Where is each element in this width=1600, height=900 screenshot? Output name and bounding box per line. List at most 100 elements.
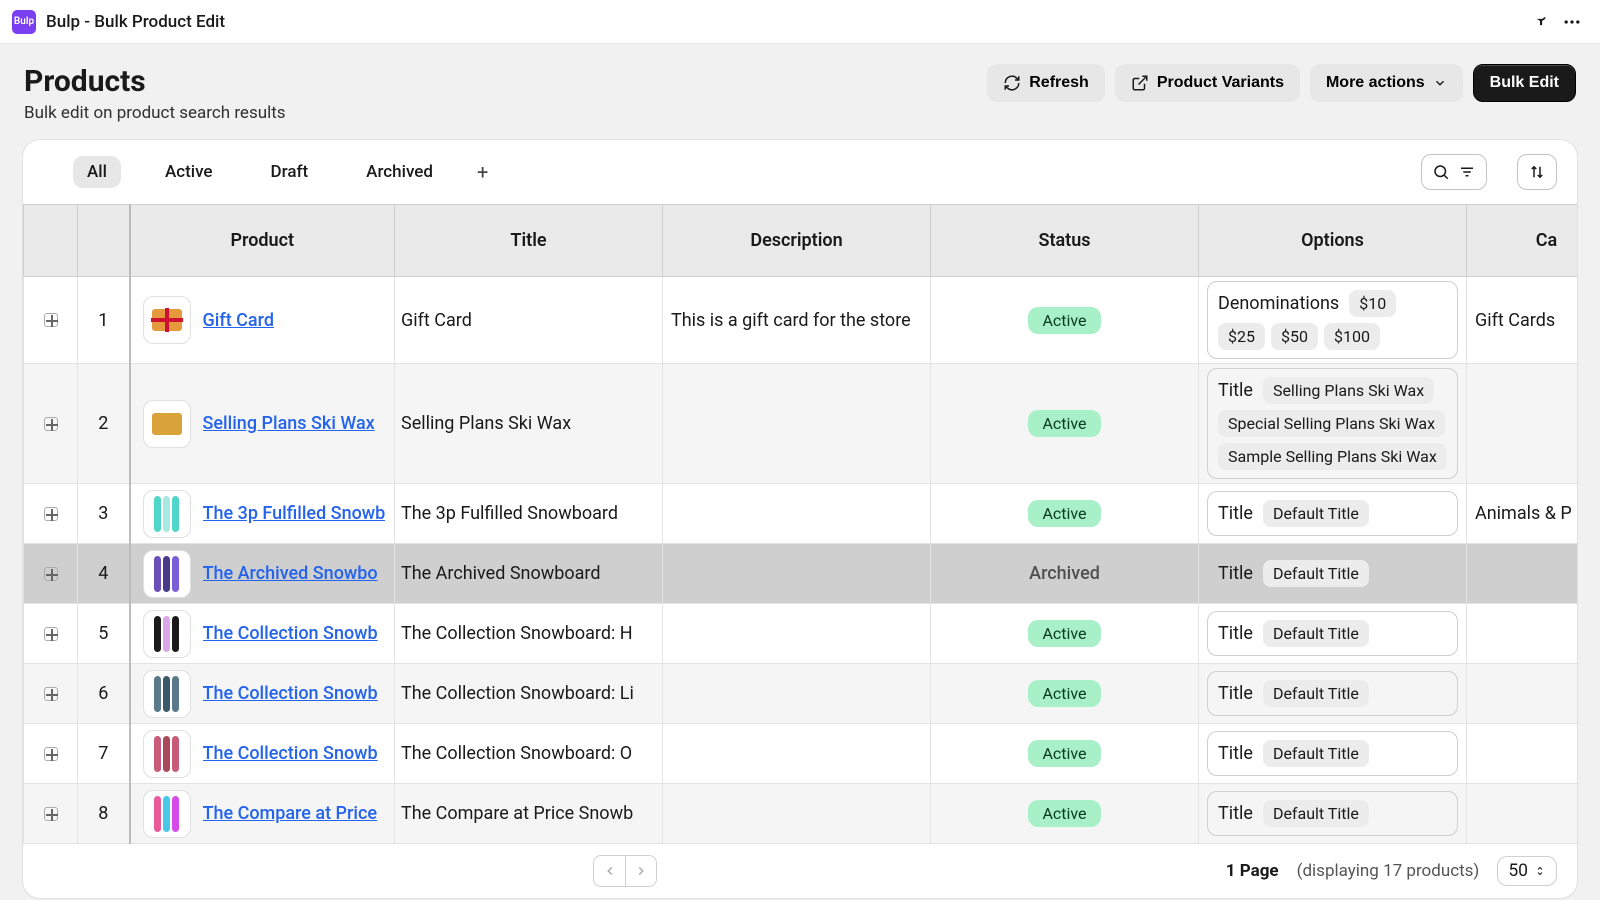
product-link[interactable]: The Collection Snowb xyxy=(203,623,378,644)
category-cell[interactable] xyxy=(1467,724,1578,784)
category-cell[interactable]: Animals & P xyxy=(1467,484,1578,544)
expand-row-button[interactable] xyxy=(44,567,58,581)
category-cell[interactable] xyxy=(1467,604,1578,664)
chevron-right-icon xyxy=(634,864,648,878)
description-cell[interactable] xyxy=(663,364,931,484)
tab-all[interactable]: All xyxy=(73,156,121,188)
col-num xyxy=(78,205,130,277)
option-chip: Selling Plans Ski Wax xyxy=(1263,377,1434,404)
option-name: Title xyxy=(1218,380,1253,401)
title-cell[interactable]: Selling Plans Ski Wax xyxy=(395,364,663,484)
category-cell[interactable] xyxy=(1467,544,1578,604)
product-link[interactable]: The Collection Snowb xyxy=(203,743,378,764)
title-cell[interactable]: Gift Card xyxy=(395,277,663,364)
title-cell[interactable]: The Collection Snowboard: Li xyxy=(395,664,663,724)
page-size-select[interactable]: 50 xyxy=(1497,856,1557,886)
option-chip: Special Selling Plans Ski Wax xyxy=(1218,410,1445,437)
title-cell[interactable]: The 3p Fulfilled Snowboard xyxy=(395,484,663,544)
tab-active[interactable]: Active xyxy=(151,156,227,188)
category-cell[interactable] xyxy=(1467,784,1578,844)
product-link[interactable]: The 3p Fulfilled Snowb xyxy=(203,503,386,524)
option-chip: Sample Selling Plans Ski Wax xyxy=(1218,443,1447,470)
col-title[interactable]: Title xyxy=(395,205,663,277)
product-thumbnail xyxy=(143,730,191,778)
table-row: 7 The Collection Snowb The Collection Sn… xyxy=(24,724,1578,784)
col-description[interactable]: Description xyxy=(663,205,931,277)
col-options[interactable]: Options xyxy=(1199,205,1467,277)
more-icon[interactable] xyxy=(1556,6,1588,38)
options-cell[interactable]: Denominations$10$25$50$100 xyxy=(1199,277,1467,364)
bulk-edit-button[interactable]: Bulk Edit xyxy=(1473,64,1576,102)
status-cell[interactable]: Active xyxy=(931,484,1199,544)
tab-archived[interactable]: Archived xyxy=(352,156,447,188)
table-row: 8 The Compare at Price The Compare at Pr… xyxy=(24,784,1578,844)
product-link[interactable]: The Collection Snowb xyxy=(203,683,378,704)
col-product[interactable]: Product xyxy=(130,205,395,277)
description-cell[interactable] xyxy=(663,664,931,724)
tab-draft[interactable]: Draft xyxy=(257,156,323,188)
more-actions-button[interactable]: More actions xyxy=(1310,64,1463,102)
status-cell[interactable]: Active xyxy=(931,604,1199,664)
option-chip: $25 xyxy=(1218,323,1265,350)
product-link[interactable]: The Compare at Price xyxy=(203,803,378,824)
col-status[interactable]: Status xyxy=(931,205,1199,277)
product-link[interactable]: Gift Card xyxy=(203,310,274,331)
title-cell[interactable]: The Compare at Price Snowb xyxy=(395,784,663,844)
page-header: Products Bulk edit on product search res… xyxy=(0,44,1600,139)
options-cell[interactable]: Title Selling Plans Ski Wax Special Sellin… xyxy=(1199,364,1467,484)
app-title: Bulp - Bulk Product Edit xyxy=(46,12,1524,32)
table-row: 5 The Collection Snowb The Collection Sn… xyxy=(24,604,1578,664)
refresh-icon xyxy=(1003,74,1021,92)
row-number: 5 xyxy=(78,604,130,664)
col-category[interactable]: Ca xyxy=(1467,205,1578,277)
expand-row-button[interactable] xyxy=(44,747,58,761)
category-cell[interactable] xyxy=(1467,664,1578,724)
search-filter-button[interactable] xyxy=(1421,154,1487,190)
table-footer: 1 Page (displaying 17 products) 50 xyxy=(23,844,1577,898)
options-cell[interactable]: TitleDefault Title xyxy=(1199,544,1467,604)
description-cell[interactable] xyxy=(663,484,931,544)
status-cell[interactable]: Active xyxy=(931,724,1199,784)
product-link[interactable]: The Archived Snowbo xyxy=(203,563,378,584)
sort-icon xyxy=(1528,163,1546,181)
description-cell[interactable] xyxy=(663,784,931,844)
next-page-button[interactable] xyxy=(625,855,657,887)
variants-button[interactable]: Product Variants xyxy=(1115,64,1300,102)
title-cell[interactable]: The Archived Snowboard xyxy=(395,544,663,604)
options-cell[interactable]: TitleDefault Title xyxy=(1199,784,1467,844)
category-cell[interactable]: Gift Cards xyxy=(1467,277,1578,364)
add-tab-button[interactable]: + xyxy=(477,160,488,184)
product-thumbnail xyxy=(143,610,191,658)
title-cell[interactable]: The Collection Snowboard: O xyxy=(395,724,663,784)
prev-page-button[interactable] xyxy=(593,855,625,887)
options-cell[interactable]: TitleDefault Title xyxy=(1199,604,1467,664)
expand-row-button[interactable] xyxy=(44,313,58,327)
pin-icon[interactable] xyxy=(1524,6,1556,38)
status-cell[interactable]: Active xyxy=(931,277,1199,364)
options-cell[interactable]: TitleDefault Title xyxy=(1199,484,1467,544)
status-cell[interactable]: Active xyxy=(931,784,1199,844)
status-cell[interactable]: Active xyxy=(931,364,1199,484)
product-link[interactable]: Selling Plans Ski Wax xyxy=(203,413,375,434)
row-number: 3 xyxy=(78,484,130,544)
status-cell[interactable]: Archived xyxy=(931,544,1199,604)
expand-row-button[interactable] xyxy=(44,627,58,641)
description-cell[interactable]: This is a gift card for the store xyxy=(663,277,931,364)
topbar: Bulp Bulp - Bulk Product Edit xyxy=(0,0,1600,44)
expand-row-button[interactable] xyxy=(44,807,58,821)
refresh-button[interactable]: Refresh xyxy=(987,64,1105,102)
sort-button[interactable] xyxy=(1517,154,1557,190)
options-cell[interactable]: TitleDefault Title xyxy=(1199,724,1467,784)
table-row: 4 The Archived Snowbo The Archived Snowb… xyxy=(24,544,1578,604)
description-cell[interactable] xyxy=(663,604,931,664)
description-cell[interactable] xyxy=(663,724,931,784)
expand-row-button[interactable] xyxy=(44,417,58,431)
status-cell[interactable]: Active xyxy=(931,664,1199,724)
description-cell[interactable] xyxy=(663,544,931,604)
expand-row-button[interactable] xyxy=(44,687,58,701)
options-cell[interactable]: TitleDefault Title xyxy=(1199,664,1467,724)
title-cell[interactable]: The Collection Snowboard: H xyxy=(395,604,663,664)
status-badge: Active xyxy=(1028,620,1100,647)
expand-row-button[interactable] xyxy=(44,507,58,521)
category-cell[interactable] xyxy=(1467,364,1578,484)
